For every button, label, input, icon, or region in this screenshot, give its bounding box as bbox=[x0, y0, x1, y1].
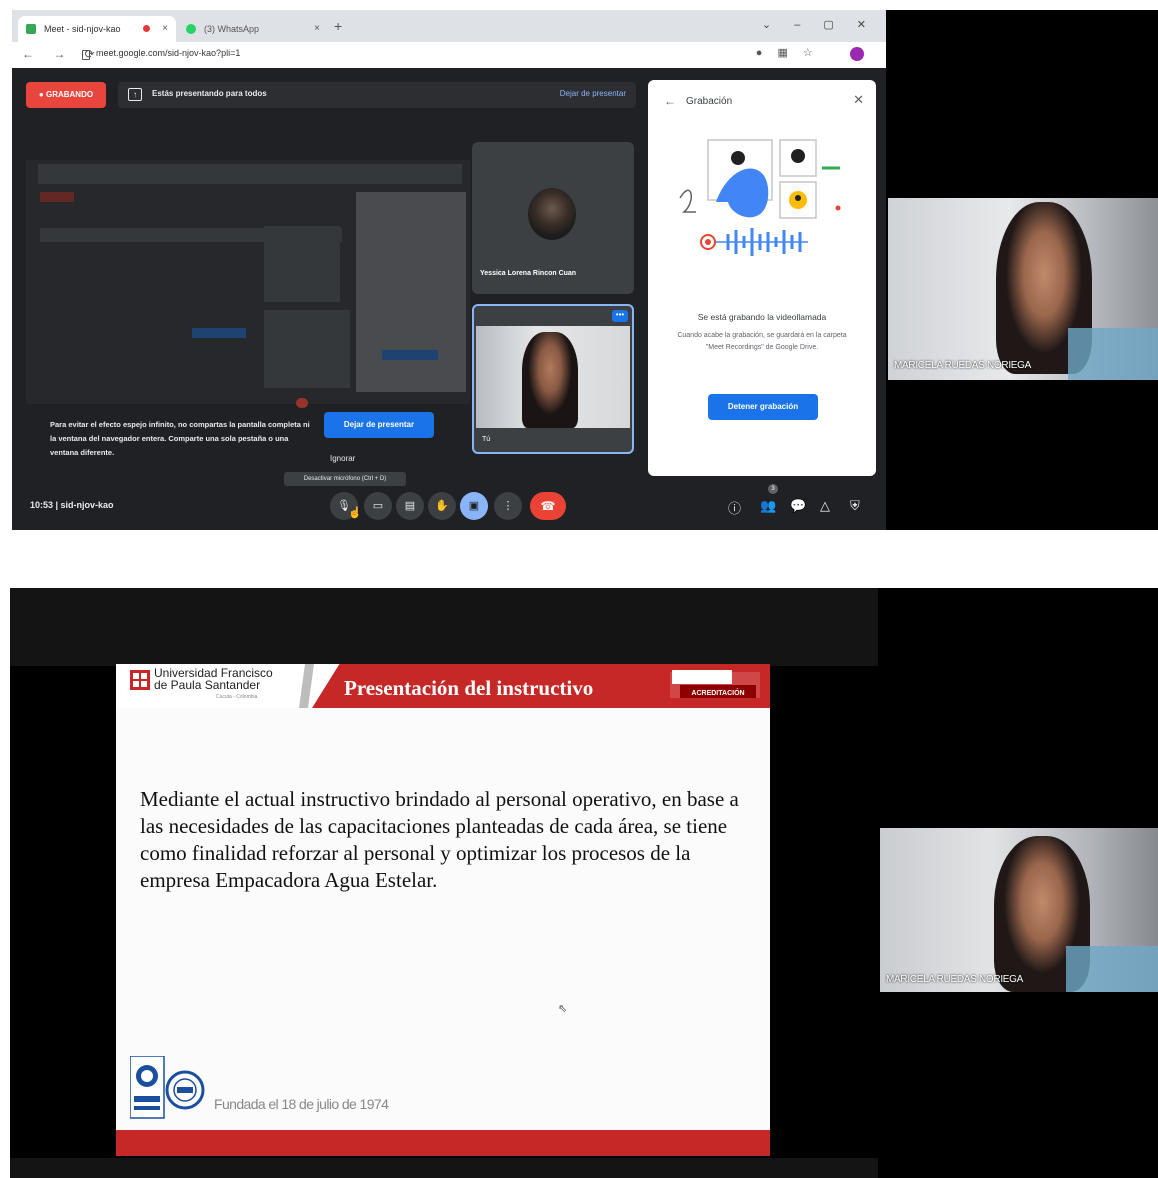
participant-count-badge: 3 bbox=[768, 484, 778, 494]
whatsapp-favicon-icon bbox=[186, 24, 196, 34]
more-options-icon[interactable]: ••• bbox=[612, 310, 628, 322]
participant-name: Yessica Lorena Rincon Cuan bbox=[480, 270, 577, 277]
slide-header: Universidad Francisco de Paula Santander… bbox=[116, 664, 770, 708]
slide-panel: Universidad Francisco de Paula Santander… bbox=[10, 588, 1158, 1178]
meet-stage: ● GRABANDO ↑ Estás presentando para todo… bbox=[12, 68, 886, 530]
ufps-logo-icon bbox=[130, 670, 150, 690]
camera-name-label: MARICELA RUEDAS NORIEGA bbox=[894, 360, 1032, 371]
camera-name-label: MARICELA RUEDAS NORIEGA bbox=[886, 974, 1024, 985]
bottom-strip bbox=[10, 1158, 878, 1178]
slide-title: Presentación del instructivo bbox=[344, 676, 594, 700]
mirror-rec-badge bbox=[40, 192, 74, 202]
mirror-endcall bbox=[296, 398, 308, 408]
camera-button[interactable]: ▭ bbox=[364, 492, 392, 520]
more-options-button[interactable]: ⋮ bbox=[494, 492, 522, 520]
browser-chrome: Meet - sid-njov-kao × (3) WhatsApp × + ⌄… bbox=[12, 10, 886, 68]
recording-description: Cuando acabe la grabación, se guardará e… bbox=[677, 332, 847, 351]
slide-footer-bar bbox=[116, 1130, 770, 1156]
shared-screen-mirror bbox=[26, 160, 470, 408]
tab-close-icon[interactable]: × bbox=[162, 16, 168, 42]
recording-badge: ● GRABANDO bbox=[26, 82, 106, 108]
presenter-camera: MARICELA RUEDAS NORIEGA bbox=[888, 198, 1158, 380]
accreditation-seal-icon: ACREDITACIÓN bbox=[670, 670, 760, 698]
present-icon: ▣ bbox=[468, 500, 480, 512]
university-name-line2: de Paula Santander bbox=[154, 678, 261, 692]
lock-icon bbox=[82, 50, 90, 60]
captions-button[interactable]: ▤ bbox=[396, 492, 424, 520]
present-screen-icon: ↑ bbox=[128, 88, 142, 101]
recording-badge-label: GRABANDO bbox=[45, 90, 94, 99]
mirror-button bbox=[382, 350, 438, 360]
recording-panel-title: Grabación bbox=[686, 96, 733, 107]
hand-icon: ✋ bbox=[435, 500, 449, 512]
recording-dot-icon bbox=[143, 25, 150, 32]
close-icon[interactable]: ✕ bbox=[853, 92, 864, 108]
profile-avatar[interactable] bbox=[850, 47, 864, 61]
stop-presenting-link[interactable]: Dejar de presentar bbox=[560, 89, 626, 98]
presenter-camera: MARICELA RUEDAS NORIEGA bbox=[880, 828, 1158, 992]
stop-recording-button[interactable]: Detener grabación bbox=[708, 394, 818, 420]
tab-label: Meet - sid-njov-kao bbox=[44, 24, 121, 34]
meet-favicon-icon bbox=[26, 24, 36, 34]
end-call-button[interactable]: ☎ bbox=[530, 492, 566, 520]
window-controls[interactable]: ⌄ – ▢ ✕ bbox=[762, 18, 876, 31]
tab-close-icon[interactable]: × bbox=[314, 16, 320, 42]
presenter-shirt bbox=[1068, 328, 1158, 380]
mirror-browser-bar bbox=[38, 164, 462, 184]
url-field[interactable]: meet.google.com/sid-njov-kao?pli=1 bbox=[96, 48, 240, 58]
mouse-pointer-icon: ☝ bbox=[348, 507, 362, 519]
self-tile[interactable]: ••• Tú bbox=[472, 304, 634, 454]
raise-hand-button[interactable]: ✋ bbox=[428, 492, 456, 520]
tab-meet[interactable]: Meet - sid-njov-kao × bbox=[18, 16, 176, 42]
certification-seals-icon bbox=[130, 1056, 205, 1119]
founded-text: Fundada el 18 de julio de 1974 bbox=[214, 1096, 389, 1112]
chat-icon[interactable]: 💬 bbox=[790, 498, 806, 514]
top-strip bbox=[10, 588, 878, 666]
mirror-recording-panel bbox=[356, 192, 466, 392]
camera-icon: ▭ bbox=[372, 500, 384, 512]
presenting-bar: ↑ Estás presentando para todos Dejar de … bbox=[118, 82, 636, 108]
self-face bbox=[522, 332, 578, 428]
presenting-text: Estás presentando para todos bbox=[152, 89, 267, 98]
ignore-button[interactable]: Ignorar bbox=[330, 454, 355, 463]
mouse-cursor-icon: ⇖ bbox=[558, 1003, 568, 1015]
activities-icon[interactable]: △ bbox=[820, 498, 830, 514]
self-name: Tú bbox=[482, 436, 491, 443]
tip-stop-presenting-button[interactable]: Dejar de presentar bbox=[324, 412, 434, 438]
slide-body-text: Mediante el actual instructivo brindado … bbox=[140, 787, 739, 892]
meet-screenshot-panel: Meet - sid-njov-kao × (3) WhatsApp × + ⌄… bbox=[12, 10, 1158, 530]
people-icon[interactable]: 👥 bbox=[760, 498, 776, 514]
new-tab-button[interactable]: + bbox=[334, 18, 342, 34]
recording-heading: Se está grabando la videollamada bbox=[697, 312, 827, 322]
phone-icon: ☎ bbox=[540, 499, 556, 513]
mirror-button bbox=[192, 328, 246, 338]
mirror-tip-text: Para evitar el efecto espejo infinito, n… bbox=[50, 420, 310, 457]
mic-tooltip: Desactivar micrófono (Ctrl + D) bbox=[284, 472, 406, 486]
more-vert-icon: ⋮ bbox=[502, 500, 514, 512]
host-controls-icon[interactable]: ⛨ bbox=[850, 498, 860, 514]
self-video bbox=[476, 326, 630, 428]
mirror-tip: Para evitar el efecto espejo infinito, n… bbox=[26, 418, 322, 478]
presentation-slide: Universidad Francisco de Paula Santander… bbox=[116, 664, 770, 1156]
meeting-info: 10:53 | sid-njov-kao bbox=[30, 500, 114, 510]
present-button[interactable]: ▣ bbox=[460, 492, 488, 520]
mirror-tile bbox=[264, 226, 340, 302]
university-subtitle: Cúcuta - Colombia bbox=[216, 694, 258, 700]
mirror-tile bbox=[264, 310, 350, 388]
address-bar-row: ← → ⟳ meet.google.com/sid-njov-kao?pli=1… bbox=[12, 42, 886, 68]
tab-whatsapp[interactable]: (3) WhatsApp × bbox=[178, 16, 328, 42]
accreditation-text: ACREDITACIÓN bbox=[691, 688, 744, 697]
participant-tile[interactable]: Yessica Lorena Rincon Cuan bbox=[472, 142, 634, 294]
back-arrow-icon[interactable]: ← bbox=[664, 94, 676, 108]
recording-illustration bbox=[679, 139, 841, 256]
info-icon[interactable]: ⓘ bbox=[728, 498, 741, 517]
tab-label: (3) WhatsApp bbox=[204, 24, 260, 34]
avatar bbox=[528, 188, 576, 240]
captions-icon: ▤ bbox=[404, 500, 416, 512]
nav-buttons[interactable]: ← → ⟳ bbox=[22, 47, 103, 61]
presenter-shirt bbox=[1066, 946, 1158, 992]
recording-panel: ← Grabación ✕ Se está grabando la videol… bbox=[648, 80, 876, 476]
